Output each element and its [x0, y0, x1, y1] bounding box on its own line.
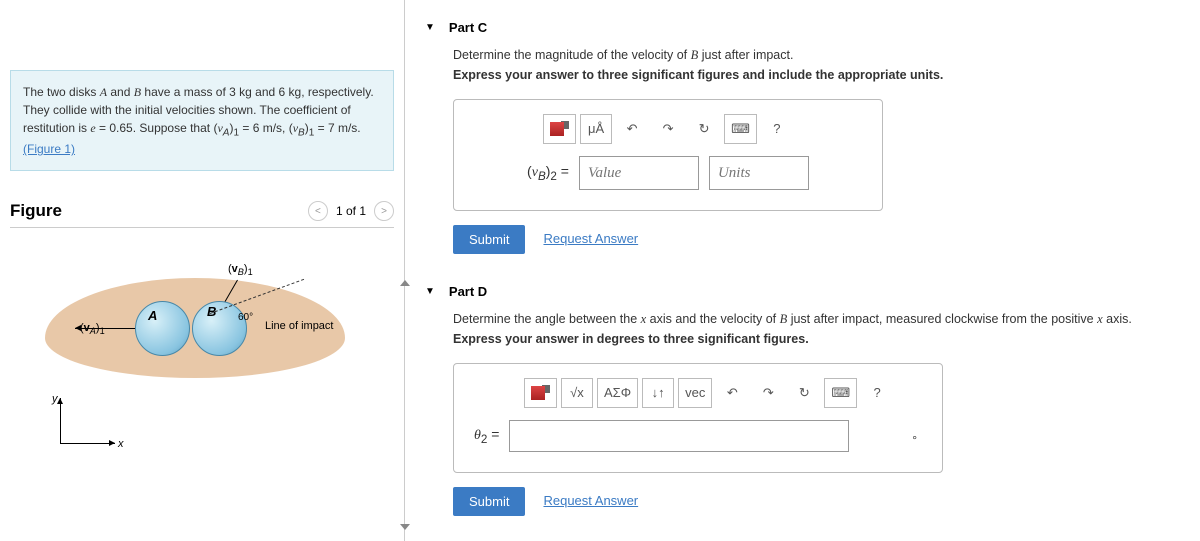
- request-answer-link[interactable]: Request Answer: [543, 229, 638, 250]
- scroll-up-icon[interactable]: [400, 280, 410, 286]
- part-d-question: Determine the angle between the x axis a…: [453, 309, 1180, 329]
- theta-input[interactable]: [509, 420, 849, 452]
- help-icon[interactable]: ?: [761, 114, 793, 144]
- figure-prev-button[interactable]: <: [308, 201, 328, 221]
- problem-statement: The two disks A and B have a mass of 3 k…: [10, 70, 394, 171]
- submit-button[interactable]: Submit: [453, 225, 525, 254]
- figure-link[interactable]: (Figure 1): [23, 142, 75, 156]
- vb2-label: (vB)2 =: [527, 160, 569, 186]
- part-d-instructions: Express your answer in degrees to three …: [453, 329, 1180, 349]
- part-d-header[interactable]: Part D: [425, 274, 1180, 309]
- figure-diagram: (vB)1 A B (vA)1 60° Line of impact y x: [10, 258, 394, 488]
- figure-next-button[interactable]: >: [374, 201, 394, 221]
- part-c-answer-box: μÅ ↶ ↷ ↻ ⌨ ? (vB)2 =: [453, 99, 883, 211]
- units-input[interactable]: [709, 156, 809, 190]
- scroll-down-icon[interactable]: [400, 524, 410, 530]
- reset-icon[interactable]: ↻: [788, 378, 820, 408]
- vec-button[interactable]: vec: [678, 378, 712, 408]
- part-c-question: Determine the magnitude of the velocity …: [453, 45, 1180, 65]
- units-menu-button[interactable]: μÅ: [580, 114, 612, 144]
- sqrt-icon[interactable]: √x: [561, 378, 593, 408]
- keyboard-icon[interactable]: ⌨: [724, 114, 757, 144]
- subscript-icon[interactable]: ↓↑: [642, 378, 674, 408]
- figure-counter: 1 of 1: [336, 204, 366, 218]
- redo-icon[interactable]: ↷: [752, 378, 784, 408]
- reset-icon[interactable]: ↻: [688, 114, 720, 144]
- help-icon[interactable]: ?: [861, 378, 893, 408]
- submit-button[interactable]: Submit: [453, 487, 525, 516]
- templates-icon[interactable]: [543, 114, 576, 144]
- value-input[interactable]: [579, 156, 699, 190]
- part-c-header[interactable]: Part C: [425, 10, 1180, 45]
- part-c-instructions: Express your answer to three significant…: [453, 65, 1180, 85]
- request-answer-link[interactable]: Request Answer: [543, 491, 638, 512]
- figure-title: Figure: [10, 201, 308, 221]
- symbols-button[interactable]: ΑΣΦ: [597, 378, 638, 408]
- degree-unit: °: [912, 431, 917, 450]
- keyboard-icon[interactable]: ⌨: [824, 378, 857, 408]
- undo-icon[interactable]: ↶: [716, 378, 748, 408]
- templates-icon[interactable]: [524, 378, 557, 408]
- theta2-label: θ2 =: [474, 423, 499, 449]
- part-d-answer-box: √x ΑΣΦ ↓↑ vec ↶ ↷ ↻ ⌨ ? θ2 = °: [453, 363, 943, 473]
- undo-icon[interactable]: ↶: [616, 114, 648, 144]
- redo-icon[interactable]: ↷: [652, 114, 684, 144]
